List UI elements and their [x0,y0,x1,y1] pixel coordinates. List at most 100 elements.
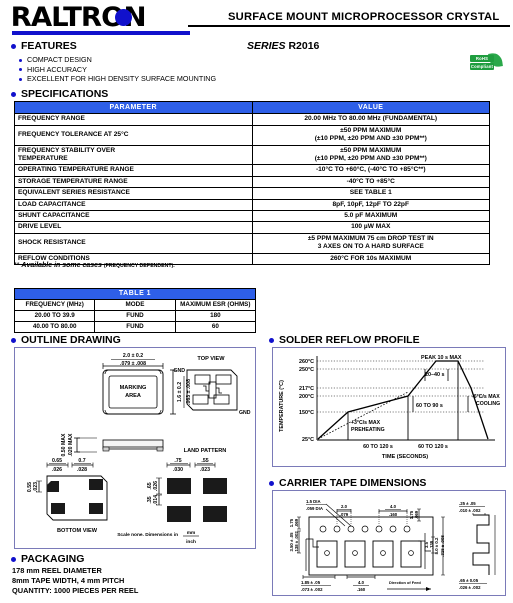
dim-pad-a-in: .026 [52,467,62,473]
table-row: OPERATING TEMPERATURE RANGE -10°C TO +60°… [14,164,490,177]
marking-area-label-1: MARKING [120,385,147,391]
cell-value: ±50 PPM MAXIMUM (±10 PPM, ±20 PPM AND ±30… [251,144,490,166]
carrier-tape-heading: CARRIER TAPE DIMENSIONS [268,477,426,489]
footnote-italic: Available in some cases [21,262,102,269]
table-row: FREQUENCY RANGE 20.00 MHz TO 80.00 MHz (F… [14,113,490,126]
cell-esr: 180 [174,310,257,322]
table-row: SHOCK RESISTANCE ±5 PPM MAXIMUM 75 cm DRO… [14,232,490,254]
cell-value: -10°C TO +60°C, (-40°C TO +85°C**) [251,164,490,177]
table-row: STORAGE TEMPERATURE RANGE -40°C TO +85°C [14,175,490,189]
solder-reflow-panel: TEMPERATURE (°C) 260°C 250°C 217°C 200°C… [272,347,506,467]
outline-drawing-panel: 2.0 ± 0.2 .079 ± .008 MARKING AREA 1.6 ±… [14,347,256,549]
dim-width-mm: 8.0 ± 0.2 [434,537,439,554]
dim-height-mm: 1.6 ± 0.2 [177,382,183,402]
raltron-logo: RALTRON [11,4,190,38]
specifications-footnote: ** Available in some cases (FREQUENCY DE… [14,262,175,269]
cell-value: 20.00 MHz TO 80.00 MHz (FUNDAMENTAL) [251,113,490,126]
dim-span-in: .160 [389,512,398,517]
dim-hole-dia-in: .059 DIA [306,506,323,511]
cell-parameter: OPERATING TEMPERATURE RANGE [14,164,253,177]
dim-land-a-in: .030 [173,467,183,473]
dim-thickness-mm: 0.50 MAX [61,433,67,457]
dim-bot-b-mm: 4.0 [358,580,365,585]
dim-land-a-mm: .75 [174,458,181,464]
packaging-line: 8mm TAPE WIDTH, 4 mm PITCH [12,576,125,585]
list-item: EXCELLENT FOR HIGH DENSITY SURFACE MOUNT… [17,74,250,84]
col-value: VALUE [251,100,490,115]
dim-bot-a-mm: 1.85 ± .05 [301,580,321,585]
cell-parameter: FREQUENCY RANGE [14,113,253,126]
carrier-tape-panel: 1.5 DIA .059 DIA 2.0 .079 4.0 .160 1.75 … [272,490,506,596]
col-parameter: PARAMETER [14,100,253,115]
dim-land-b-mm: .55 [201,458,208,464]
table1-title-row: TABLE 1 [14,288,256,300]
col-frequency: FREQUENCY (MHz) [13,299,96,311]
bottom-view-label: BOTTOM VIEW [57,528,98,534]
table1-title: TABLE 1 [14,288,256,300]
annotation-peak: PEAK 10 s MAX [421,355,462,361]
esr-table: TABLE 1 FREQUENCY (MHz) MODE MAXIMUM ESR… [13,288,257,333]
specifications-table: PARAMETER VALUE FREQUENCY RANGE 20.00 MHz… [14,100,490,266]
land-pattern-label: LAND PATTERN [184,448,227,454]
logo-underline [12,31,190,35]
header-divider [188,25,510,27]
gnd-label-bottom: GND [239,410,251,416]
dim-pad-b-mm: 0.7 [78,458,85,464]
y-tick-150: 150°C [299,410,314,416]
x-segment-2: 60 TO 120 s [418,444,448,450]
cell-value: 8pF, 10pF, 12pF TO 22pF [251,198,490,212]
carrier-tape-svg: 1.5 DIA .059 DIA 2.0 .079 4.0 .160 1.75 … [289,499,496,592]
dim-bot-a-in: .073 ± .002 [301,587,323,592]
table-row: FREQUENCY TOLERANCE AT 25°C ±50 PPM MAXIM… [14,124,490,146]
outline-drawing-heading: OUTLINE DRAWING [10,334,121,346]
specifications-heading: SPECIFICATIONS [10,88,108,100]
cell-value: 100 µW MAX [251,221,490,234]
features-list: COMPACT DESIGN HIGH ACCURACY EXCELLENT F… [17,55,250,84]
table-row: LOAD CAPACITANCE 8pF, 10pF, 12pF TO 22pF [14,198,490,212]
arrow-icon [426,587,431,591]
table-row: FREQUENCY STABILITY OVER TEMPERATURE ±50 P… [14,144,490,166]
col-max-esr: MAXIMUM ESR (OHMS) [174,299,257,311]
gnd-label-top: GND [173,368,185,374]
dim-left-in: .138 ± .002 [294,531,299,553]
cell-parameter: FREQUENCY TOLERANCE AT 25°C [14,124,253,146]
page-header: RALTRON SURFACE MOUNT MICROPROCESSOR CRY… [0,0,513,40]
dim-edge2-in: .069 [414,510,419,519]
y-tick-200: 200°C [299,394,314,400]
features-section: FEATURES COMPACT DESIGN HIGH ACCURACY EX… [10,40,250,84]
annotation-soak: 20–40 s [425,372,445,378]
outline-drawing-svg: 2.0 ± 0.2 .079 ± .008 MARKING AREA 1.6 ±… [27,353,251,545]
logo-circle-icon [115,9,132,26]
footnote-marker: ** [14,262,20,269]
dim-land-d-in: .014 [153,495,159,505]
cell-esr: 60 [174,321,257,333]
cell-parameter: SHOCK RESISTANCE [14,232,253,254]
dim-pitch-in: .079 [340,512,349,517]
packaging-heading: PACKAGING [10,553,260,565]
y-tick-260: 260°C [299,359,314,365]
dim-tape-thk-in: .010 ± .002 [459,508,481,513]
dim-land-b-in: .023 [200,467,210,473]
scale-numerator: mm [187,531,196,536]
x-segment-1: 60 TO 120 s [363,444,393,450]
solder-reflow-heading: SOLDER REFLOW PROFILE [268,334,420,346]
dim-width-in: .079 ± .008 [120,361,146,367]
scale-denominator: inch [186,539,196,545]
dim-hole-dia-mm: 1.5 DIA [306,499,321,504]
table-row: SHUNT CAPACITANCE 5.0 pF MAXIMUM [14,210,490,223]
cell-value: ±50 PPM MAXIMUM (±10 PPM, ±20 PPM AND ±30… [251,124,490,146]
cell-frequency: 20.00 TO 39.9 [13,310,96,322]
list-item: HIGH ACCURACY [17,65,250,75]
cell-value: 5.0 pF MAXIMUM [251,210,490,223]
rohs-line1: RoHS [470,55,494,62]
dim-bot-c-mm: .65 ± 0.05 [459,578,479,583]
series-value: R2016 [288,40,320,52]
cell-parameter: FREQUENCY STABILITY OVER TEMPERATURE [14,144,253,166]
col-mode: MODE [94,299,176,311]
cell-parameter: EQUIVALENT SERIES RESISTANCE [14,187,253,200]
cell-value: -40°C TO +85°C [251,175,490,189]
cell-mode: FUND [94,321,176,333]
dim-span-mm: 4.0 [390,504,397,509]
series-label: SERIES R2016 [247,40,319,52]
cell-parameter: LOAD CAPACITANCE [14,198,253,212]
